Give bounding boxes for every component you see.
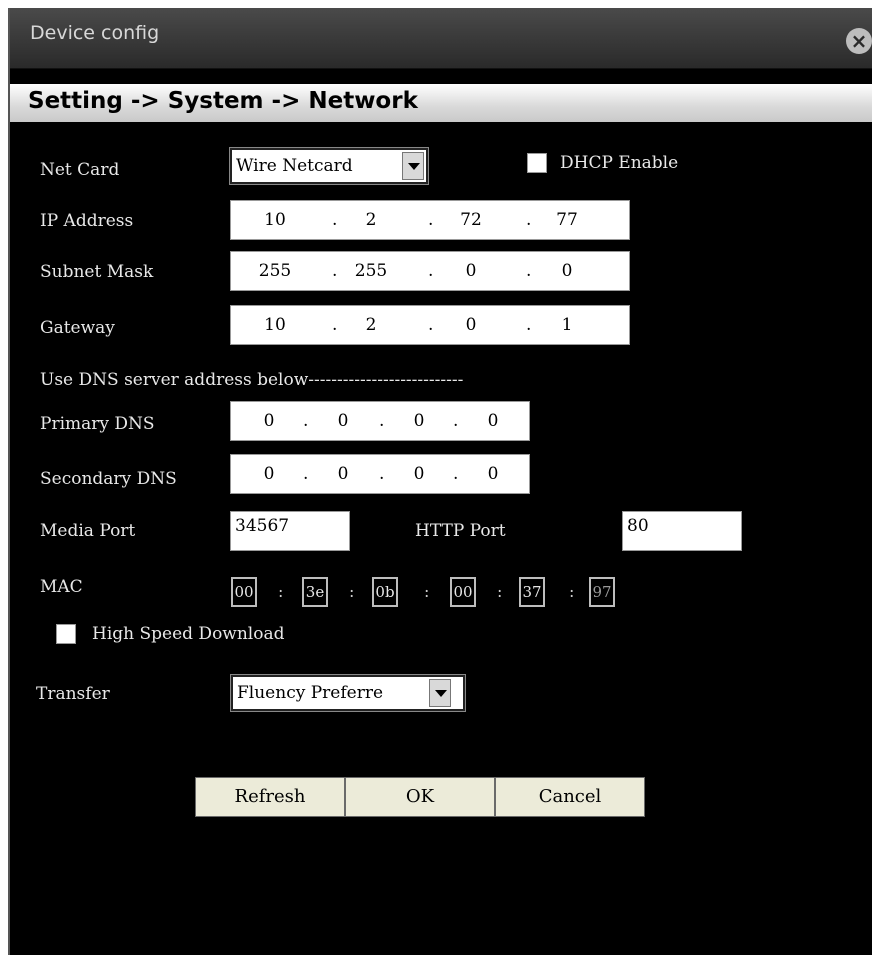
secondary-dns-dot: . <box>379 464 385 484</box>
ip-dot: . <box>526 210 532 230</box>
primary-dns-octet-2[interactable]: 0 <box>323 411 363 431</box>
mac-separator: : <box>349 582 355 601</box>
mac-part-5[interactable]: 37 <box>519 577 545 607</box>
secondary-dns-octet-3[interactable]: 0 <box>399 464 439 484</box>
refresh-button[interactable]: Refresh <box>195 777 345 817</box>
primary-dns-octet-1[interactable]: 0 <box>249 411 289 431</box>
gateway-dot: . <box>526 315 532 335</box>
media-port-value: 34567 <box>235 516 290 536</box>
subnet-octet-1[interactable]: 255 <box>255 261 295 281</box>
high-speed-download-label: High Speed Download <box>92 624 285 644</box>
gateway-octet-4[interactable]: 1 <box>547 315 587 335</box>
mac-part-4[interactable]: 00 <box>450 577 476 607</box>
media-port-input[interactable]: 34567 <box>230 511 350 551</box>
dns-note: Use DNS server address below------------… <box>40 370 464 390</box>
subnet-octet-2[interactable]: 255 <box>351 261 391 281</box>
gateway-octet-2[interactable]: 2 <box>351 315 391 335</box>
ip-address-field[interactable]: 10 . 2 . 72 . 77 <box>230 200 630 240</box>
breadcrumb-bar: Setting -> System -> Network <box>10 84 872 122</box>
high-speed-download-checkbox[interactable] <box>56 624 76 644</box>
secondary-dns-field[interactable]: 0 . 0 . 0 . 0 <box>230 454 530 494</box>
primary-dns-field[interactable]: 0 . 0 . 0 . 0 <box>230 401 530 441</box>
http-port-input[interactable]: 80 <box>622 511 742 551</box>
net-card-value: Wire Netcard <box>236 156 353 176</box>
primary-dns-dot: . <box>303 411 309 431</box>
chevron-down-icon[interactable] <box>429 679 451 707</box>
transfer-value: Fluency Preferre <box>237 683 384 703</box>
cancel-button[interactable]: Cancel <box>495 777 645 817</box>
primary-dns-octet-4[interactable]: 0 <box>473 411 513 431</box>
chevron-down-icon[interactable] <box>402 152 424 180</box>
device-config-window: Device config × Setting -> System -> Net… <box>8 8 872 955</box>
secondary-dns-dot: . <box>303 464 309 484</box>
http-port-value: 80 <box>627 516 649 536</box>
transfer-select[interactable]: Fluency Preferre <box>230 674 466 712</box>
gateway-octet-1[interactable]: 10 <box>255 315 295 335</box>
mac-separator: : <box>278 582 284 601</box>
dhcp-checkbox[interactable] <box>527 153 547 173</box>
subnet-octet-4[interactable]: 0 <box>547 261 587 281</box>
ok-button[interactable]: OK <box>345 777 495 817</box>
net-card-select[interactable]: Wire Netcard <box>229 147 429 185</box>
gateway-octet-3[interactable]: 0 <box>451 315 491 335</box>
subnet-dot: . <box>332 261 338 281</box>
subnet-dot: . <box>428 261 434 281</box>
dhcp-label: DHCP Enable <box>560 153 679 173</box>
ip-octet-3[interactable]: 72 <box>451 210 491 230</box>
close-icon[interactable]: × <box>846 28 872 54</box>
mac-separator: : <box>424 582 430 601</box>
secondary-dns-octet-1[interactable]: 0 <box>249 464 289 484</box>
primary-dns-octet-3[interactable]: 0 <box>399 411 439 431</box>
subnet-mask-label: Subnet Mask <box>40 262 154 282</box>
mac-separator: : <box>569 582 575 601</box>
media-port-label: Media Port <box>40 521 136 541</box>
secondary-dns-octet-2[interactable]: 0 <box>323 464 363 484</box>
secondary-dns-octet-4[interactable]: 0 <box>473 464 513 484</box>
mac-part-1[interactable]: 00 <box>231 577 257 607</box>
mac-part-6[interactable]: 97 <box>589 577 615 607</box>
net-card-label: Net Card <box>40 160 120 180</box>
transfer-label: Transfer <box>36 684 110 704</box>
http-port-label: HTTP Port <box>415 521 506 541</box>
ip-octet-1[interactable]: 10 <box>255 210 295 230</box>
secondary-dns-dot: . <box>453 464 459 484</box>
mac-part-3[interactable]: 0b <box>372 577 398 607</box>
mac-separator: : <box>497 582 503 601</box>
gateway-dot: . <box>332 315 338 335</box>
window-title: Device config <box>30 22 160 44</box>
title-bar[interactable]: Device config × <box>10 8 872 69</box>
mac-label: MAC <box>40 577 83 597</box>
breadcrumb: Setting -> System -> Network <box>28 88 418 114</box>
ip-dot: . <box>428 210 434 230</box>
primary-dns-label: Primary DNS <box>40 414 155 434</box>
ip-dot: . <box>332 210 338 230</box>
ip-octet-2[interactable]: 2 <box>351 210 391 230</box>
primary-dns-dot: . <box>453 411 459 431</box>
subnet-dot: . <box>526 261 532 281</box>
mac-part-2[interactable]: 3e <box>302 577 328 607</box>
ip-address-label: IP Address <box>40 211 134 231</box>
subnet-mask-field[interactable]: 255 . 255 . 0 . 0 <box>230 251 630 291</box>
gateway-field[interactable]: 10 . 2 . 0 . 1 <box>230 305 630 345</box>
gateway-label: Gateway <box>40 318 115 338</box>
primary-dns-dot: . <box>379 411 385 431</box>
secondary-dns-label: Secondary DNS <box>40 469 177 489</box>
ip-octet-4[interactable]: 77 <box>547 210 587 230</box>
subnet-octet-3[interactable]: 0 <box>451 261 491 281</box>
gateway-dot: . <box>428 315 434 335</box>
